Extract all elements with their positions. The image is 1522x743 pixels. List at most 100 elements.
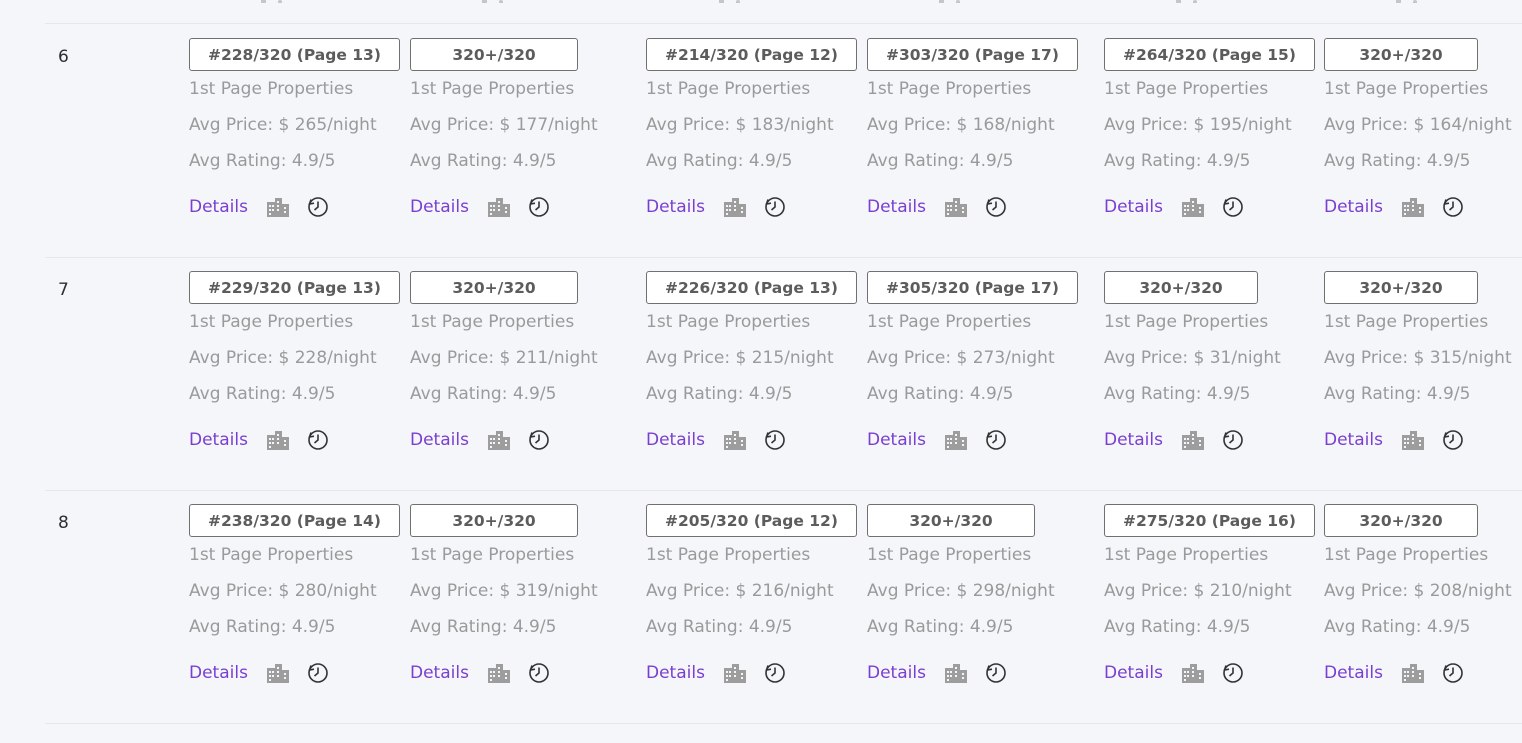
details-link[interactable]: Details [1104, 197, 1163, 217]
avg-price-text: Avg Price: $ 298/night [867, 581, 1055, 601]
cell-actions: Details [1324, 194, 1522, 220]
building-icon[interactable] [1401, 663, 1425, 683]
rank-cell: #303/320 (Page 17) 1st Page Properties Avg… [867, 38, 1082, 220]
avg-rating-text: Avg Rating: 4.9/5 [1324, 151, 1471, 171]
history-clock-icon[interactable] [1442, 196, 1464, 218]
history-clock-icon[interactable] [307, 662, 329, 684]
avg-rating-text: Avg Rating: 4.9/5 [646, 151, 793, 171]
rank-badge: 320+/320 [410, 38, 578, 71]
history-clock-icon[interactable] [1222, 662, 1244, 684]
history-clock-icon[interactable] [528, 429, 550, 451]
cell-actions: Details [1104, 660, 1319, 686]
building-icon[interactable] [1181, 663, 1205, 683]
details-link[interactable]: Details [646, 430, 705, 450]
details-link[interactable]: Details [189, 663, 248, 683]
row-number: 7 [58, 280, 69, 300]
building-icon[interactable] [487, 430, 511, 450]
details-link[interactable]: Details [189, 430, 248, 450]
building-icon[interactable] [266, 430, 290, 450]
building-icon[interactable] [487, 197, 511, 217]
history-clock-icon[interactable] [764, 196, 786, 218]
details-link[interactable]: Details [1324, 430, 1383, 450]
first-page-text: 1st Page Properties [189, 312, 354, 332]
building-icon[interactable] [266, 197, 290, 217]
building-icon[interactable] [723, 430, 747, 450]
building-icon[interactable] [1181, 430, 1205, 450]
details-link[interactable]: Details [1104, 663, 1163, 683]
history-clock-icon[interactable] [1442, 662, 1464, 684]
building-icon[interactable] [719, 0, 741, 3]
building-icon[interactable] [487, 663, 511, 683]
details-link[interactable]: Details [867, 430, 926, 450]
history-clock-icon[interactable] [1222, 196, 1244, 218]
rank-badge: #226/320 (Page 13) [646, 271, 857, 304]
details-link[interactable]: Details [410, 197, 469, 217]
details-link[interactable]: Details [867, 197, 926, 217]
first-page-text: 1st Page Properties [646, 545, 811, 565]
details-link[interactable]: Details [1324, 663, 1383, 683]
cell-actions: Details [189, 427, 404, 453]
first-page-text: 1st Page Properties [410, 545, 575, 565]
building-icon[interactable] [1401, 197, 1425, 217]
row-number: 8 [58, 513, 69, 533]
building-icon[interactable] [723, 197, 747, 217]
avg-rating-text: Avg Rating: 4.9/5 [1324, 384, 1471, 404]
building-icon[interactable] [944, 663, 968, 683]
building-icon[interactable] [944, 430, 968, 450]
first-page-text: 1st Page Properties [410, 312, 575, 332]
details-link[interactable]: Details [410, 663, 469, 683]
avg-rating-text: Avg Rating: 4.9/5 [189, 617, 336, 637]
rank-cell: 320+/320 1st Page Properties Avg Price: $ … [867, 504, 1082, 686]
details-link[interactable]: Details [867, 663, 926, 683]
rank-cell: #275/320 (Page 16) 1st Page Properties Avg… [1104, 504, 1319, 686]
avg-price-text: Avg Price: $ 315/night [1324, 348, 1512, 368]
cell-actions: Details [646, 660, 861, 686]
details-link[interactable]: Details [410, 430, 469, 450]
avg-price-text: Avg Price: $ 177/night [410, 115, 598, 135]
building-icon[interactable] [1181, 197, 1205, 217]
details-link[interactable]: Details [1324, 197, 1383, 217]
first-page-text: 1st Page Properties [1104, 545, 1269, 565]
history-clock-icon[interactable] [307, 429, 329, 451]
details-link[interactable]: Details [1104, 430, 1163, 450]
rank-badge: #238/320 (Page 14) [189, 504, 400, 537]
details-link[interactable]: Details [189, 197, 248, 217]
history-clock-icon[interactable] [985, 662, 1007, 684]
building-icon[interactable] [266, 663, 290, 683]
building-icon[interactable] [723, 663, 747, 683]
first-page-text: 1st Page Properties [646, 79, 811, 99]
history-clock-icon[interactable] [1442, 429, 1464, 451]
building-icon[interactable] [939, 0, 961, 3]
building-icon[interactable] [482, 0, 504, 3]
first-page-text: 1st Page Properties [1104, 79, 1269, 99]
avg-rating-text: Avg Rating: 4.9/5 [1324, 617, 1471, 637]
rank-cell: #226/320 (Page 13) 1st Page Properties Avg… [646, 271, 861, 453]
cell-actions: Details [867, 660, 1082, 686]
building-icon[interactable] [1396, 0, 1418, 3]
cell-actions: Details [410, 660, 625, 686]
details-link[interactable]: Details [646, 197, 705, 217]
building-icon[interactable] [1401, 430, 1425, 450]
avg-rating-text: Avg Rating: 4.9/5 [189, 384, 336, 404]
building-icon[interactable] [261, 0, 283, 3]
rank-cell: 320+/320 1st Page Properties Avg Price: $ … [1324, 271, 1522, 453]
history-clock-icon[interactable] [985, 196, 1007, 218]
rank-badge: #205/320 (Page 12) [646, 504, 857, 537]
rank-cell: 320+/320 1st Page Properties Avg Price: $ … [410, 38, 625, 220]
rank-badge: #305/320 (Page 17) [867, 271, 1078, 304]
history-clock-icon[interactable] [764, 429, 786, 451]
rank-cell: #214/320 (Page 12) 1st Page Properties Avg… [646, 38, 861, 220]
building-icon[interactable] [944, 197, 968, 217]
history-clock-icon[interactable] [528, 196, 550, 218]
history-clock-icon[interactable] [1222, 429, 1244, 451]
details-link[interactable]: Details [646, 663, 705, 683]
rank-badge: 320+/320 [867, 504, 1035, 537]
building-icon[interactable] [1176, 0, 1198, 3]
history-clock-icon[interactable] [985, 429, 1007, 451]
history-clock-icon[interactable] [528, 662, 550, 684]
history-clock-icon[interactable] [764, 662, 786, 684]
rank-badge: 320+/320 [410, 271, 578, 304]
cell-actions: Details [1104, 194, 1319, 220]
avg-price-text: Avg Price: $ 168/night [867, 115, 1055, 135]
history-clock-icon[interactable] [307, 196, 329, 218]
